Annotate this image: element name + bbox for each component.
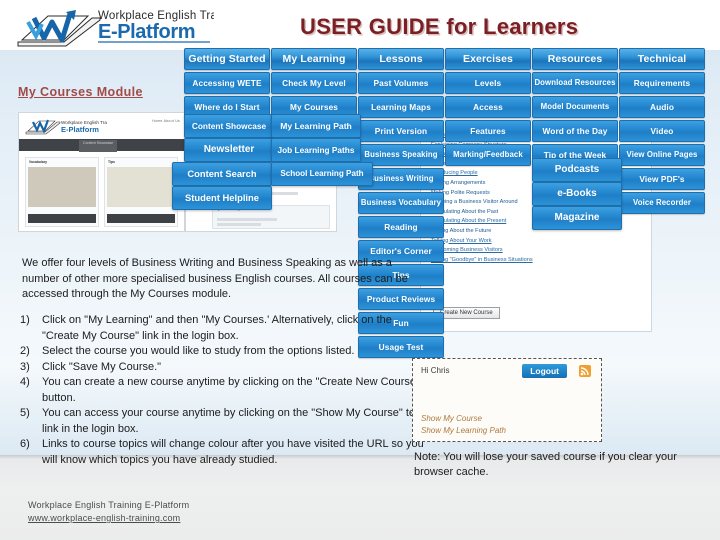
menu-item-word-of-the-day[interactable]: Word of the Day: [532, 120, 618, 142]
menu-item-features[interactable]: Features: [445, 120, 531, 142]
list-item: 1) Click on "My Learning" and then "My C…: [18, 313, 430, 344]
menu-item-learning-maps[interactable]: Learning Maps: [358, 96, 444, 118]
menu-item-requirements[interactable]: Requirements: [619, 72, 705, 94]
show-my-learning-path-link: Show My Learning Path: [421, 426, 506, 435]
footer-company: Workplace English Training E-Platform: [28, 500, 190, 510]
menu-head-resources[interactable]: Resources: [532, 48, 618, 70]
step-text: Click "Save My Course.": [42, 360, 162, 373]
logout-button: Logout: [522, 364, 567, 378]
step-number: 3): [20, 360, 30, 373]
menu-head-getting-started[interactable]: Getting Started: [184, 48, 270, 70]
menu-item-my-learning-path[interactable]: My Learning Path: [271, 114, 361, 138]
menu-item-ebooks[interactable]: e-Books: [532, 182, 622, 206]
user-guide-page: Workplace English Training E-Platform US…: [0, 0, 720, 540]
step-text: Select the course you would like to stud…: [42, 345, 355, 357]
menu-item-newsletter[interactable]: Newsletter: [184, 138, 274, 162]
menu-column-my-learning: My Learning Check My Level My Courses: [271, 48, 357, 120]
menu-head-lessons[interactable]: Lessons: [358, 48, 444, 70]
menu-item-reading[interactable]: Reading: [358, 216, 444, 238]
menu-item-marking-feedback[interactable]: Marking/Feedback: [445, 144, 531, 166]
menu-head-technical[interactable]: Technical: [619, 48, 705, 70]
step-number: 1): [20, 314, 30, 326]
step-text: You can access your course anytime by cl…: [42, 407, 424, 435]
menu-item-audio[interactable]: Audio: [619, 96, 705, 118]
list-item: 2) Select the course you would like to s…: [18, 344, 430, 360]
menu-item-print-version[interactable]: Print Version: [358, 120, 444, 142]
intro-paragraph: We offer four levels of Business Writing…: [22, 257, 408, 300]
step-text: Links to course topics will change colou…: [42, 438, 424, 466]
step-text: You can create a new course anytime by c…: [42, 376, 420, 404]
menu-head-exercises[interactable]: Exercises: [445, 48, 531, 70]
step-number: 4): [20, 376, 30, 388]
menu-item-school-learning-path[interactable]: School Learning Path: [271, 162, 373, 186]
show-my-course-link: Show My Course: [421, 414, 482, 423]
greeting-text: Hi Chris: [421, 366, 450, 375]
brand-logo: Workplace English Training E-Platform: [14, 6, 214, 50]
logo-line2: E-Platform: [98, 21, 195, 43]
list-item: 3) Click "Save My Course.": [18, 360, 430, 376]
menu-item-check-my-level[interactable]: Check My Level: [271, 72, 357, 94]
cache-note: Note: You will lose your saved course if…: [414, 451, 677, 478]
menu-item-download-resources[interactable]: Download Resources: [532, 72, 618, 94]
menu-column-getting-started: Getting Started Accessing WETE Where do …: [184, 48, 270, 120]
menu-item-levels[interactable]: Levels: [445, 72, 531, 94]
menu-item-voice-recorder[interactable]: Voice Recorder: [619, 192, 705, 214]
menu-head-my-learning[interactable]: My Learning: [271, 48, 357, 70]
step-number: 6): [20, 438, 30, 450]
page-title: USER GUIDE for Learners: [300, 14, 579, 39]
menu-item-podcasts[interactable]: Podcasts: [532, 158, 622, 182]
steps-list: 1) Click on "My Learning" and then "My C…: [18, 313, 430, 468]
menu-item-view-pdfs[interactable]: View PDF's: [619, 168, 705, 190]
step-text: Click on "My Learning" and then "My Cour…: [42, 314, 392, 342]
menu-item-access[interactable]: Access: [445, 96, 531, 118]
menu-item-content-showcase[interactable]: Content Showcase: [184, 114, 274, 138]
rss-icon: [579, 365, 591, 377]
footer-url[interactable]: www.workplace-english-training.com: [28, 513, 180, 523]
menu-item-magazine[interactable]: Magazine: [532, 206, 622, 230]
menu-column-exercises: Exercises Levels Access Features Marking…: [445, 48, 531, 168]
login-box-screenshot: Hi Chris Logout Show My Course Show My L…: [412, 358, 602, 442]
menu-item-accessing-wete[interactable]: Accessing WETE: [184, 72, 270, 94]
list-item: 4) You can create a new course anytime b…: [18, 375, 430, 406]
list-item: 6) Links to course topics will change co…: [18, 437, 430, 468]
menu-item-video[interactable]: Video: [619, 120, 705, 142]
menu-item-content-search[interactable]: Content Search: [172, 162, 272, 186]
step-number: 5): [20, 407, 30, 419]
logo-laptop-icon: [17, 10, 101, 47]
menu-column-resources: Resources Download Resources Model Docum…: [532, 48, 618, 168]
menu-item-model-documents[interactable]: Model Documents: [532, 96, 618, 118]
menu-column-technical: Technical Requirements Audio Video View …: [619, 48, 705, 216]
step-number: 2): [20, 345, 30, 357]
menu-item-job-learning-paths[interactable]: Job Learning Paths: [271, 138, 361, 162]
menu-item-business-vocabulary[interactable]: Business Vocabulary: [358, 192, 444, 214]
list-item: 5) You can access your course anytime by…: [18, 406, 430, 437]
menu-item-past-volumes[interactable]: Past Volumes: [358, 72, 444, 94]
menu-item-view-online-pages[interactable]: View Online Pages: [619, 144, 705, 166]
menu-item-student-helpline[interactable]: Student Helpline: [172, 186, 272, 210]
